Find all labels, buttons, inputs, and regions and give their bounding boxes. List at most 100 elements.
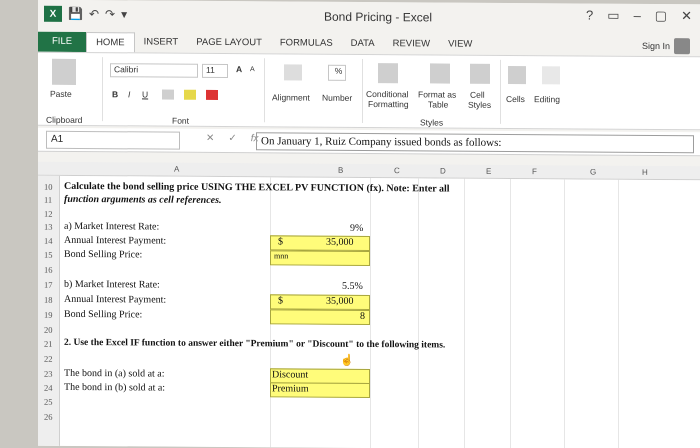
paste-icon[interactable] [52, 58, 76, 85]
row-number[interactable]: 17 [44, 280, 53, 290]
paste-button[interactable]: Paste [50, 89, 72, 99]
label-bond-a-sold[interactable]: The bond in (a) sold at a: [64, 368, 165, 380]
ribbon-display-icon[interactable]: ▭ [607, 8, 619, 24]
value-selling-price-a[interactable]: mnn [274, 251, 288, 260]
label-market-rate-a[interactable]: a) Market Interest Rate: [64, 221, 159, 233]
cancel-icon[interactable]: ✕ [206, 133, 214, 144]
row-number[interactable]: 18 [44, 295, 53, 305]
column-header[interactable]: E [486, 167, 491, 176]
editing-icon[interactable] [542, 66, 560, 85]
column-header[interactable]: B [338, 166, 343, 175]
column-header[interactable]: C [394, 166, 400, 175]
cells-button[interactable]: Cells [506, 94, 525, 104]
row-number[interactable]: 24 [44, 383, 53, 393]
row-number[interactable]: 26 [44, 412, 53, 422]
maximize-icon[interactable]: ▢ [655, 8, 667, 24]
sign-in[interactable]: Sign In [642, 38, 690, 55]
underline-button[interactable]: U [142, 89, 148, 99]
row-number[interactable]: 25 [44, 397, 53, 407]
fill-color-icon[interactable] [184, 89, 196, 100]
label-market-rate-b[interactable]: b) Market Interest Rate: [64, 279, 160, 291]
redo-icon[interactable]: ↷ [105, 7, 115, 21]
row-number[interactable]: 15 [44, 250, 53, 260]
font-size-select[interactable]: 11 [202, 63, 228, 79]
styles-group-label: Styles [420, 117, 444, 128]
input-cell-payment-a[interactable] [270, 235, 370, 252]
value-market-rate-a[interactable]: 9% [350, 223, 363, 234]
value-interest-payment-a[interactable]: 35,000 [326, 237, 354, 248]
label-selling-price-a[interactable]: Bond Selling Price: [64, 249, 142, 261]
tab-formulas[interactable]: FORMULAS [271, 33, 342, 53]
tab-view[interactable]: VIEW [439, 34, 481, 54]
row-number[interactable]: 14 [44, 236, 53, 246]
column-header[interactable]: F [532, 167, 537, 176]
enter-icon[interactable]: ✓ [228, 133, 236, 144]
minimize-icon[interactable]: – [634, 8, 641, 24]
row-number[interactable]: 22 [44, 354, 53, 364]
customize-qat-icon[interactable]: ▾ [121, 7, 127, 21]
label-interest-payment-b[interactable]: Annual Interest Payment: [64, 294, 166, 306]
name-box[interactable]: A1 [46, 130, 180, 150]
row-number[interactable]: 13 [44, 222, 53, 232]
row-headers: 10 11 12 13 14 15 16 17 18 19 20 21 22 2… [38, 175, 60, 446]
column-header[interactable]: H [642, 168, 648, 177]
column-header[interactable]: G [590, 168, 596, 177]
tab-insert[interactable]: INSERT [135, 32, 188, 52]
shrink-font-button[interactable]: A [250, 66, 255, 73]
input-cell-price-b[interactable] [270, 309, 370, 326]
tab-page-layout[interactable]: PAGE LAYOUT [187, 33, 271, 54]
instruction-line-1[interactable]: Calculate the bond selling price USING T… [64, 181, 450, 195]
tab-data[interactable]: DATA [342, 34, 384, 54]
instruction-part-2[interactable]: 2. Use the Excel IF function to answer e… [64, 338, 445, 351]
format-as-table-button[interactable]: Format as [418, 89, 456, 99]
label-selling-price-b[interactable]: Bond Selling Price: [64, 309, 142, 321]
row-number[interactable]: 10 [44, 182, 53, 192]
save-icon[interactable]: 💾 [68, 7, 83, 21]
tab-home[interactable]: HOME [86, 32, 135, 53]
formula-input[interactable]: On January 1, Ruiz Company issued bonds … [256, 132, 694, 154]
bold-button[interactable]: B [112, 89, 118, 99]
percent-icon[interactable]: % [328, 64, 346, 81]
alignment-icon[interactable] [284, 64, 302, 81]
window-controls: ? ▭ – ▢ ✕ [586, 8, 692, 25]
row-number[interactable]: 11 [44, 195, 52, 205]
undo-icon[interactable]: ↶ [89, 7, 99, 21]
row-number[interactable]: 19 [44, 310, 53, 320]
cell-styles-icon[interactable] [470, 63, 490, 84]
conditional-formatting-icon[interactable] [378, 63, 398, 84]
row-number[interactable]: 21 [44, 339, 53, 349]
cell-styles-button[interactable]: Cell [470, 90, 485, 100]
conditional-formatting-button[interactable]: Conditional [366, 89, 409, 99]
font-group-label: Font [172, 115, 190, 126]
input-cell-payment-b[interactable] [270, 294, 370, 311]
number-button[interactable]: Number [322, 93, 352, 103]
help-icon[interactable]: ? [586, 8, 593, 24]
value-bond-b-sold[interactable]: Premium [272, 383, 309, 394]
sheet-grid[interactable]: 10 11 12 13 14 15 16 17 18 19 20 21 22 2… [38, 175, 700, 448]
format-as-table-icon[interactable] [430, 63, 450, 84]
value-bond-a-sold[interactable]: Discount [272, 369, 308, 380]
cells-icon[interactable] [508, 65, 526, 85]
value-market-rate-b[interactable]: 5.5% [342, 281, 363, 292]
value-selling-price-b[interactable]: 8 [360, 311, 365, 322]
row-number[interactable]: 12 [44, 209, 53, 219]
label-bond-b-sold[interactable]: The bond in (b) sold at a: [64, 382, 165, 394]
font-color-icon[interactable] [206, 89, 218, 100]
label-interest-payment-a[interactable]: Annual Interest Payment: [64, 235, 166, 247]
column-header[interactable]: A [174, 165, 179, 174]
alignment-button[interactable]: Alignment [272, 92, 310, 102]
italic-button[interactable]: I [128, 89, 130, 99]
instruction-line-2[interactable]: function arguments as cell references. [64, 194, 222, 206]
borders-icon[interactable] [162, 89, 174, 100]
grow-font-button[interactable]: A [236, 64, 242, 74]
close-icon[interactable]: ✕ [681, 8, 692, 24]
row-number[interactable]: 23 [44, 369, 53, 379]
value-interest-payment-b[interactable]: 35,000 [326, 296, 354, 307]
font-name-select[interactable]: Calibri [110, 63, 198, 78]
row-number[interactable]: 16 [44, 265, 53, 275]
column-header[interactable]: D [440, 166, 446, 175]
tab-file[interactable]: FILE [38, 31, 87, 53]
row-number[interactable]: 20 [44, 325, 53, 335]
editing-button[interactable]: Editing [534, 94, 560, 104]
tab-review[interactable]: REVIEW [384, 34, 439, 54]
